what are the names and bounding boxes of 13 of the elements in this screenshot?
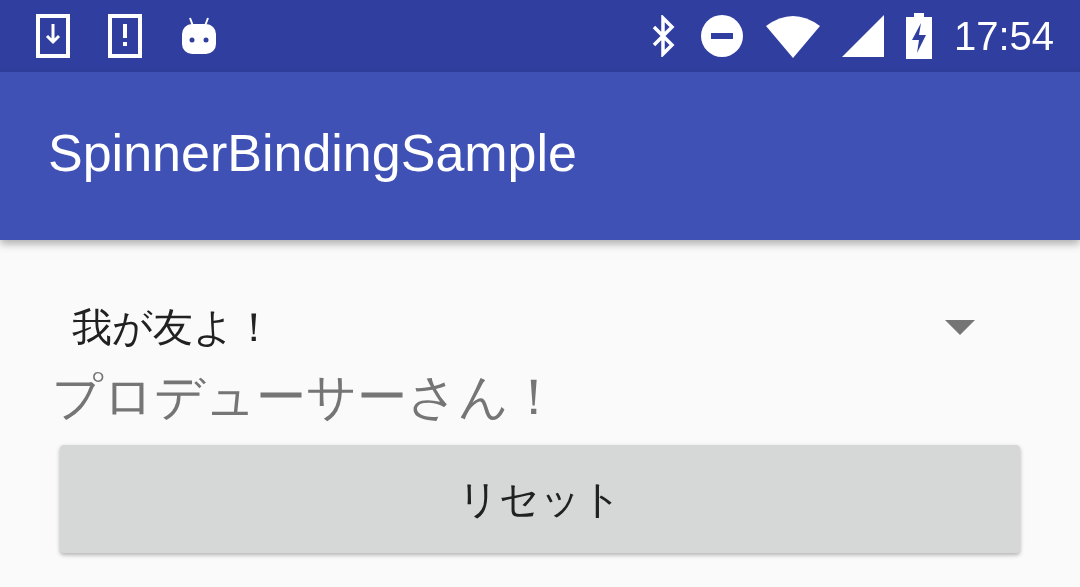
reset-button[interactable]: リセット	[60, 445, 1020, 553]
signal-icon	[841, 15, 884, 57]
battery-charging-icon	[905, 13, 932, 59]
dropdown-spinner[interactable]: 我が友よ！	[52, 292, 1020, 362]
alert-notification-icon	[108, 14, 142, 58]
dropdown-caret-icon	[945, 319, 975, 335]
robot-icon	[180, 16, 218, 56]
wifi-icon	[765, 14, 820, 58]
download-notification-icon	[36, 14, 70, 58]
message-text: プロデューサーさん！	[52, 367, 560, 428]
clock-time: 17:54	[953, 13, 1054, 59]
do-not-disturb-icon	[699, 14, 744, 58]
app-title: SpinnerBindingSample	[48, 123, 577, 183]
